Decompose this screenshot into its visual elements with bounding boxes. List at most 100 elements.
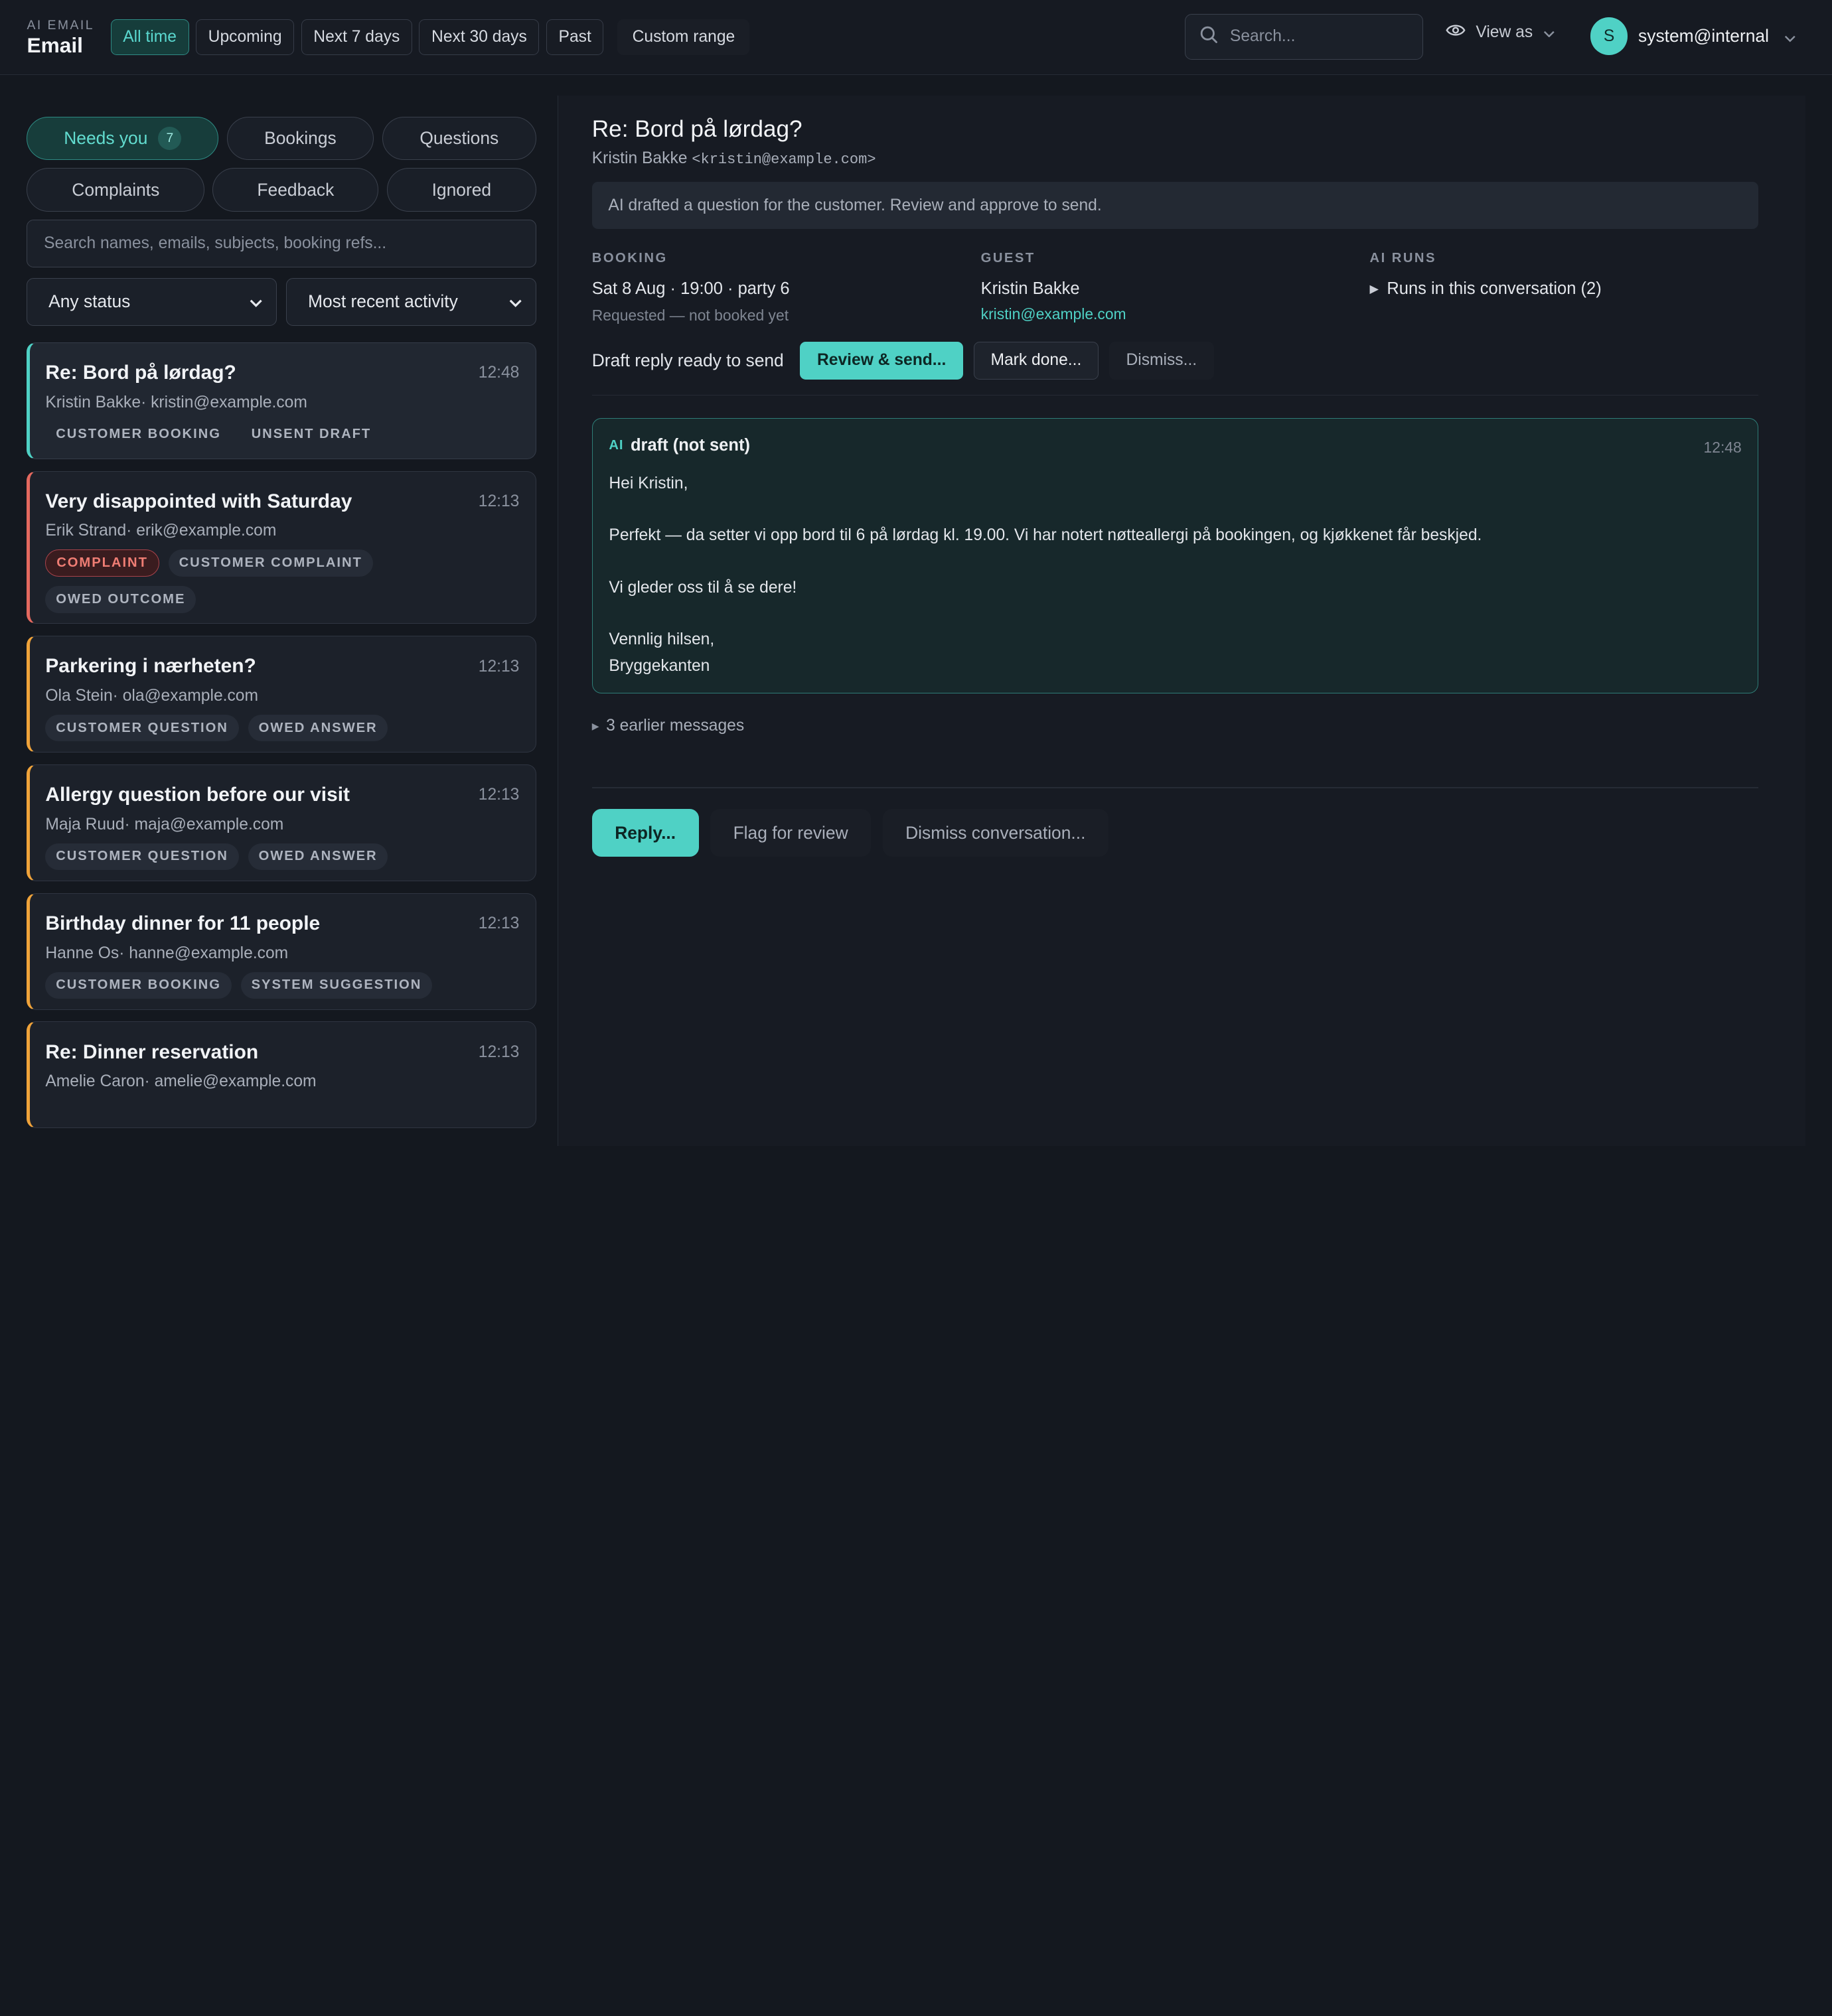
draft-line: Vi gleder oss til å se dere! (609, 578, 797, 597)
ai-runs-toggle[interactable]: ▶ Runs in this conversation (2) (1370, 279, 1759, 299)
sort-select[interactable]: Most recent activity (286, 277, 537, 326)
detail-sender-name: Kristin Bakke (591, 149, 688, 168)
tag-list: CUSTOMER BOOKING UNSENT DRAFT (45, 421, 520, 459)
view-as-menu[interactable]: View as (1445, 23, 1555, 42)
sender-name: Kristin Bakke (45, 393, 141, 411)
draft-body: Hei Kristin, Perfekt — da setter vi opp … (609, 470, 1741, 679)
guest-email-link[interactable]: kristin@example.com (981, 305, 1370, 323)
chevron-down-icon (250, 291, 262, 312)
conversation-card[interactable]: Parkering i nærheten? 12:13 Ola Stein· o… (27, 635, 537, 753)
tag: CUSTOMER QUESTION (45, 843, 239, 871)
conversation-time: 12:13 (478, 914, 520, 933)
sender-name: Ola Stein (45, 686, 113, 705)
conversation-list: Re: Bord på lørdag? 12:48 Kristin Bakke·… (27, 342, 537, 1128)
conversation-sender: Hanne Os· hanne@example.com (45, 944, 289, 962)
sender-name: Erik Strand (45, 522, 127, 540)
list-filters: Any status Most recent activity (27, 277, 537, 326)
chip-needs-you[interactable]: Needs you 7 (27, 117, 219, 161)
review-send-button[interactable]: Review & send... (800, 342, 963, 380)
avatar: S (1590, 17, 1628, 55)
range-tab-upcoming[interactable]: Upcoming (196, 19, 295, 56)
sender-name: Maja Ruud (45, 815, 125, 833)
tag-list: CUSTOMER BOOKING SYSTEM SUGGESTION (45, 972, 520, 1009)
chip-bookings[interactable]: Bookings (226, 117, 374, 161)
conversation-subject: Birthday dinner for 11 people (45, 912, 321, 934)
conversation-sender: Maja Ruud· maja@example.com (45, 815, 284, 833)
flag-review-button[interactable]: Flag for review (710, 809, 872, 857)
conversation-actions: Reply... Flag for review Dismiss convers… (591, 809, 1759, 857)
custom-range-button[interactable]: Custom range (617, 19, 750, 56)
range-tab-next-30-days[interactable]: Next 30 days (419, 19, 540, 56)
detail-subject: Re: Bord på lørdag? (591, 116, 802, 143)
conversation-sender: Erik Strand· erik@example.com (45, 522, 277, 540)
range-tab-past[interactable]: Past (546, 19, 604, 56)
conversation-card[interactable]: Birthday dinner for 11 people 12:13 Hann… (27, 893, 537, 1010)
draft-time: 12:48 (1703, 438, 1742, 456)
meta-columns: BOOKING Sat 8 Aug · 19:00 · party 6 Requ… (592, 251, 1759, 324)
conversation-subject: Re: Bord på lørdag? (45, 362, 236, 384)
needs-you-count-badge: 7 (158, 126, 182, 151)
conversation-subject: Very disappointed with Saturday (45, 490, 352, 512)
app-title: Email (27, 33, 83, 57)
conversation-detail: Re: Bord på lørdag? Kristin Bakke <krist… (557, 96, 1805, 1146)
earlier-messages-toggle[interactable]: ▶ 3 earlier messages (592, 717, 1759, 735)
booking-info: BOOKING Sat 8 Aug · 19:00 · party 6 Requ… (592, 251, 981, 324)
tag: OWED ANSWER (248, 843, 388, 871)
tag-list: CUSTOMER QUESTION OWED ANSWER (45, 714, 520, 752)
dismiss-draft-button[interactable]: Dismiss... (1108, 342, 1214, 380)
status-select-value: Any status (48, 291, 131, 312)
chip-questions[interactable]: Questions (382, 117, 536, 161)
chip-complaints[interactable]: Complaints (27, 168, 205, 212)
ai-badge: AI (609, 438, 624, 453)
range-tab-next-7-days[interactable]: Next 7 days (301, 19, 412, 56)
user-menu[interactable]: S system@internal (1590, 17, 1796, 55)
tag: CUSTOMER QUESTION (45, 714, 239, 742)
ai-runs-label: AI RUNS (1369, 251, 1436, 266)
booking-summary: Sat 8 Aug · 19:00 · party 6 (591, 279, 790, 298)
conversation-sender: Kristin Bakke· kristin@example.com (45, 393, 307, 411)
sender-email: amelie@example.com (154, 1072, 317, 1091)
chip-feedback[interactable]: Feedback (212, 168, 379, 212)
chip-ignored[interactable]: Ignored (386, 168, 537, 212)
conversation-subject: Re: Dinner reservation (45, 1041, 259, 1063)
chevron-down-icon (1543, 23, 1555, 42)
conversation-sender: Amelie Caron· amelie@example.com (45, 1072, 317, 1091)
tag-list: CUSTOMER QUESTION OWED ANSWER (45, 843, 520, 881)
draft-header: AI draft (not sent) (609, 436, 1741, 455)
sender-name: Amelie Caron (45, 1072, 145, 1091)
conversation-search[interactable] (27, 219, 537, 268)
ai-runs-info: AI RUNS ▶ Runs in this conversation (2) (1370, 251, 1759, 324)
tag: CUSTOMER COMPLAINT (168, 549, 373, 577)
conversation-card[interactable]: Re: Dinner reservation 12:13 Amelie Caro… (27, 1021, 537, 1128)
draft-line (609, 601, 1741, 626)
earlier-messages-label: 3 earlier messages (606, 717, 745, 735)
draft-action-bar: Draft reply ready to send Review & send.… (592, 342, 1759, 380)
conversation-card[interactable]: Re: Bord på lørdag? 12:48 Kristin Bakke·… (27, 342, 537, 459)
global-search[interactable] (1185, 14, 1424, 60)
conversation-card[interactable]: Allergy question before our visit 12:13 … (27, 764, 537, 881)
draft-line: Perfekt — da setter vi opp bord til 6 på… (609, 526, 1482, 545)
user-name: system@internal (1638, 26, 1769, 46)
conversation-subject: Allergy question before our visit (45, 784, 350, 806)
guest-label: GUEST (980, 251, 1035, 266)
status-select[interactable]: Any status (27, 277, 277, 326)
global-search-input[interactable] (1229, 27, 1394, 46)
conversation-time: 12:13 (478, 1043, 520, 1062)
reply-button[interactable]: Reply... (591, 809, 699, 857)
sender-email: erik@example.com (136, 522, 277, 540)
mark-done-button[interactable]: Mark done... (973, 342, 1099, 380)
range-tab-all-time[interactable]: All time (110, 19, 189, 56)
draft-line (609, 549, 1741, 575)
sender-email: kristin@example.com (151, 393, 307, 411)
conversation-card[interactable]: Very disappointed with Saturday 12:13 Er… (27, 470, 537, 624)
category-chips-row-1: Needs you 7 Bookings Questions (27, 117, 536, 161)
tag: OWED ANSWER (248, 714, 388, 742)
conversation-search-input[interactable] (44, 234, 520, 253)
guest-info: GUEST Kristin Bakke kristin@example.com (981, 251, 1370, 324)
tag-list: COMPLAINT CUSTOMER COMPLAINT OWED OUTCOM… (45, 549, 520, 623)
conversation-time: 12:13 (478, 657, 520, 676)
draft-line (609, 496, 1741, 522)
detail-sender-email: <kristin@example.com> (692, 151, 876, 169)
dismiss-conversation-button[interactable]: Dismiss conversation... (882, 809, 1108, 857)
detail-content: Re: Bord på lørdag? Kristin Bakke <krist… (591, 96, 1759, 857)
